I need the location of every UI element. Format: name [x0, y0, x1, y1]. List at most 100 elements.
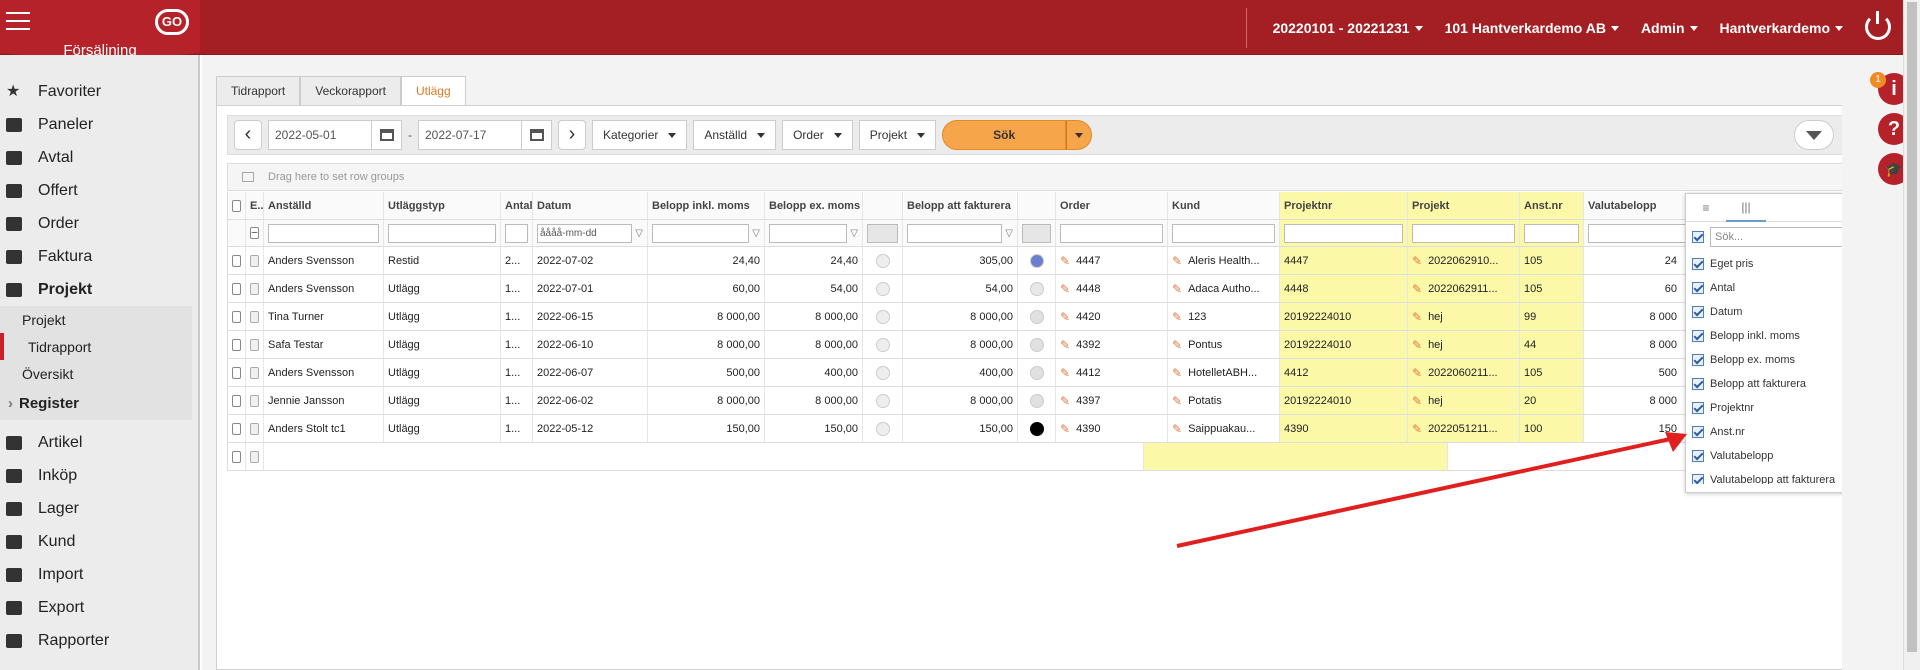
table-cell[interactable]: 2022-05-12: [533, 415, 648, 442]
table-cell[interactable]: ✎ 123: [1168, 303, 1280, 330]
table-cell[interactable]: ✎ 2022062910...: [1408, 247, 1520, 274]
pencil-icon[interactable]: ✎: [1412, 254, 1422, 268]
funnel-icon[interactable]: ▽: [635, 228, 643, 239]
header-order[interactable]: Order: [1056, 192, 1168, 219]
page-scrollbar-thumb[interactable]: [1907, 2, 1917, 652]
pencil-icon[interactable]: ✎: [1412, 310, 1422, 324]
table-cell[interactable]: 2022-06-10: [533, 331, 648, 358]
table-cell[interactable]: [246, 303, 264, 330]
table-cell[interactable]: ✎ 4448: [1056, 275, 1168, 302]
sidebar-item-inkop[interactable]: Inköp: [0, 459, 198, 492]
table-cell[interactable]: 2022-07-02: [533, 247, 648, 274]
row-e-checkbox[interactable]: [250, 366, 259, 379]
page-scrollbar[interactable]: [1903, 0, 1920, 670]
table-cell[interactable]: 2022-07-01: [533, 275, 648, 302]
column-checkbox[interactable]: [1692, 378, 1704, 390]
table-cell[interactable]: [1018, 247, 1056, 274]
table-cell[interactable]: Anders Stolt tc1: [264, 415, 384, 442]
order-dropdown[interactable]: Order: [782, 120, 853, 150]
row-checkbox[interactable]: [232, 394, 241, 407]
table-cell[interactable]: [1018, 303, 1056, 330]
table-row[interactable]: Anders Svensson Utlägg 1... 2022-06-07 500,0…: [228, 359, 1848, 387]
table-cell[interactable]: ✎ Pontus: [1168, 331, 1280, 358]
header-anstnr[interactable]: Anst.nr: [1520, 192, 1584, 219]
table-cell[interactable]: ✎ Potatis: [1168, 387, 1280, 414]
header-utlaggstyp[interactable]: Utläggstyp: [384, 192, 501, 219]
table-cell[interactable]: 20: [1520, 387, 1584, 414]
sidebar-item-offert[interactable]: Offert: [0, 174, 198, 207]
tab-utlagg[interactable]: Utlägg: [400, 76, 466, 106]
pencil-icon[interactable]: ✎: [1172, 310, 1182, 324]
table-cell[interactable]: [863, 359, 903, 386]
search-options-button[interactable]: [1066, 120, 1093, 150]
datum-filter-input[interactable]: åååå-mm-dd: [537, 223, 633, 243]
pencil-icon[interactable]: ✎: [1172, 282, 1182, 296]
header-status[interactable]: [863, 192, 903, 219]
row-checkbox[interactable]: [232, 422, 241, 435]
next-period-button[interactable]: ›: [558, 120, 586, 150]
table-cell[interactable]: ✎ 4392: [1056, 331, 1168, 358]
sidebar-item-export[interactable]: Export: [0, 591, 198, 624]
table-cell[interactable]: 2022-06-07: [533, 359, 648, 386]
calendar-icon[interactable]: [371, 121, 401, 149]
table-cell[interactable]: 4447: [1280, 247, 1408, 274]
table-cell[interactable]: 1...: [501, 331, 533, 358]
row-e-checkbox[interactable]: [250, 422, 259, 435]
header-color[interactable]: [1018, 192, 1056, 219]
row-checkbox[interactable]: [232, 254, 241, 267]
table-cell[interactable]: 8 000,00: [648, 331, 765, 358]
table-cell[interactable]: [863, 331, 903, 358]
column-checkbox[interactable]: [1692, 258, 1704, 270]
table-row[interactable]: Anders Stolt tc1 Utlägg 1... 2022-05-12 150,…: [228, 415, 1848, 443]
pencil-icon[interactable]: ✎: [1172, 338, 1182, 352]
table-cell[interactable]: [246, 415, 264, 442]
header-projektnr[interactable]: Projektnr: [1280, 192, 1408, 219]
table-cell[interactable]: 100: [1520, 415, 1584, 442]
column-checkbox[interactable]: [1692, 282, 1704, 294]
table-cell[interactable]: [1018, 415, 1056, 442]
pencil-icon[interactable]: ✎: [1412, 422, 1422, 436]
table-cell[interactable]: 400,00: [903, 359, 1018, 386]
date-from-input[interactable]: 2022-05-01: [268, 120, 402, 150]
search-button[interactable]: Sök: [942, 120, 1067, 150]
antal-filter-input[interactable]: [505, 223, 528, 243]
table-row[interactable]: Anders Svensson Restid 2... 2022-07-02 24,40…: [228, 247, 1848, 275]
company-selector[interactable]: 101 Hantverkardemo AB: [1445, 20, 1619, 36]
row-e-checkbox[interactable]: [250, 338, 259, 351]
power-icon[interactable]: [1865, 11, 1891, 40]
table-cell[interactable]: 1...: [501, 415, 533, 442]
table-row[interactable]: Safa Testar Utlägg 1... 2022-06-10 8 000,00 8…: [228, 331, 1848, 359]
header-belopp-ex[interactable]: Belopp ex. moms: [765, 192, 863, 219]
table-cell[interactable]: ✎ hej: [1408, 303, 1520, 330]
table-cell[interactable]: ✎ hej: [1408, 387, 1520, 414]
table-cell[interactable]: Utlägg: [384, 331, 501, 358]
belopp-fakturera-filter-input[interactable]: [907, 223, 1003, 243]
table-cell[interactable]: 4448: [1280, 275, 1408, 302]
table-cell[interactable]: 1...: [501, 359, 533, 386]
table-cell[interactable]: [228, 387, 246, 414]
table-cell[interactable]: [228, 303, 246, 330]
date-to-input[interactable]: 2022-07-17: [418, 120, 552, 150]
row-checkbox[interactable]: [232, 338, 241, 351]
table-cell[interactable]: [1018, 331, 1056, 358]
pencil-icon[interactable]: ✎: [1060, 394, 1070, 408]
table-cell[interactable]: ✎ 4397: [1056, 387, 1168, 414]
table-cell[interactable]: 150,00: [648, 415, 765, 442]
table-cell[interactable]: 305,00: [903, 247, 1018, 274]
columns-icon[interactable]: |||: [1726, 194, 1766, 222]
column-checkbox[interactable]: [1692, 474, 1704, 484]
pencil-icon[interactable]: ✎: [1172, 422, 1182, 436]
table-cell[interactable]: [228, 359, 246, 386]
table-cell[interactable]: 8 000,00: [903, 387, 1018, 414]
column-checkbox[interactable]: [1692, 306, 1704, 318]
row-e-checkbox[interactable]: [250, 394, 259, 407]
sidebar-item-favoriter[interactable]: ★ Favoriter: [0, 75, 198, 108]
column-checkbox[interactable]: [1692, 402, 1704, 414]
filter-toggle-button[interactable]: [1794, 120, 1834, 150]
table-cell[interactable]: ✎ HotelletABH...: [1168, 359, 1280, 386]
table-cell[interactable]: [863, 387, 903, 414]
table-cell[interactable]: Safa Testar: [264, 331, 384, 358]
pencil-icon[interactable]: ✎: [1060, 282, 1070, 296]
kategorier-dropdown[interactable]: Kategorier: [592, 120, 688, 150]
table-cell[interactable]: ✎ 2022060211...: [1408, 359, 1520, 386]
